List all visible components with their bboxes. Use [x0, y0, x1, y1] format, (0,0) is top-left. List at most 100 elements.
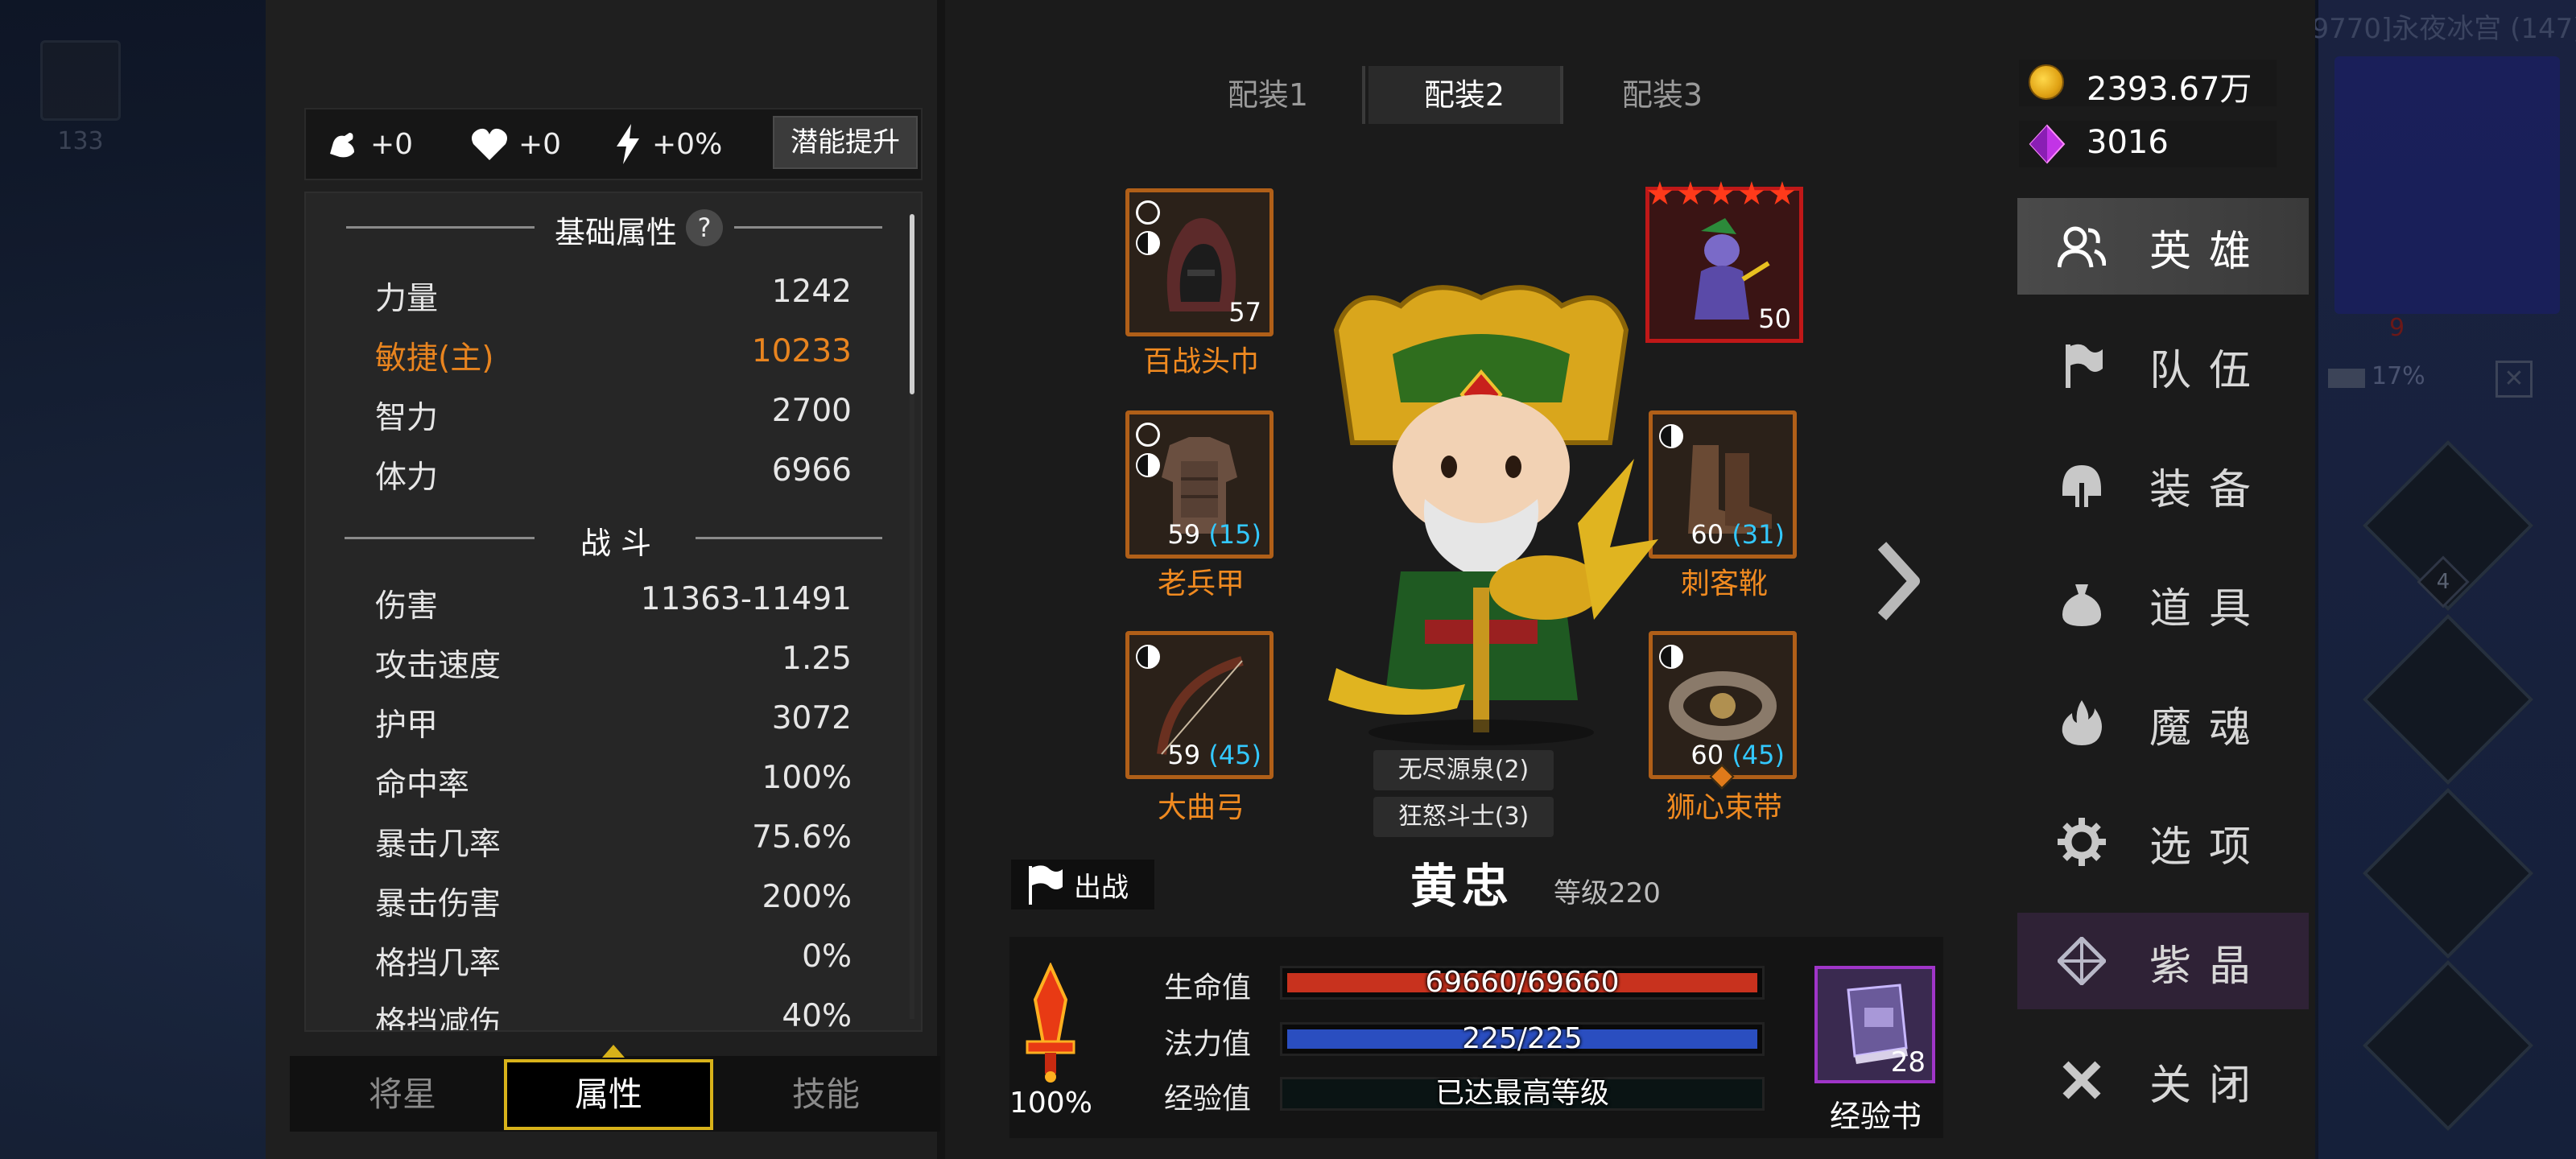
tab-attributes[interactable]: 属性 — [504, 1059, 713, 1130]
menu-hero-label: 英雄 — [2149, 228, 2269, 276]
flame-icon — [2062, 700, 2102, 745]
help-icon[interactable]: ? — [686, 209, 723, 246]
attr-row-crit-damage: 暴击伤害 200% — [375, 879, 852, 927]
tab-loadout-1[interactable]: 配装1 — [1172, 66, 1364, 124]
muscle-icon — [330, 133, 354, 158]
exp-book-label: 经验书 — [1829, 1099, 1922, 1134]
mp-bar: 225/225 — [1280, 1022, 1765, 1056]
weapon-slot[interactable]: 59 (45) — [1125, 631, 1274, 779]
helmet-slot[interactable]: 57 — [1125, 188, 1274, 336]
attr-row-agility: 敏捷(主) 10233 — [375, 333, 852, 382]
potential-upgrade-button[interactable]: 潜能提升 — [773, 116, 918, 169]
rage-sword-icon — [1026, 963, 1075, 1083]
speed-bonus: +0% — [613, 121, 722, 167]
attr-row-block-chance: 格挡几率 0% — [375, 938, 852, 987]
menu-hero[interactable]: 英雄 — [2017, 198, 2309, 295]
attribute-scrollbar[interactable] — [910, 214, 914, 394]
exp-value: 已达最高等级 — [1435, 1077, 1609, 1110]
menu-items[interactable]: 道具 — [2017, 555, 2309, 652]
hp-value: 69660/69660 — [1425, 966, 1620, 999]
hero-name: 黄忠 — [1410, 859, 1514, 914]
menu-amethyst[interactable]: 紫晶 — [2017, 913, 2309, 1009]
crystal-icon — [2058, 937, 2106, 985]
menu-equipment[interactable]: 装备 — [2017, 436, 2309, 533]
attr-row-block-reduction: 格挡减伤 40% — [375, 998, 852, 1030]
column-divider — [937, 0, 945, 1159]
weapon-level-value: 59 — [1167, 740, 1201, 770]
basic-attributes-title: 基础属性 — [554, 215, 677, 250]
empty-socket-icon — [1136, 423, 1160, 447]
belt-slot[interactable]: 60 (45) — [1649, 631, 1797, 779]
tab-skills[interactable]: 技能 — [721, 1059, 931, 1130]
rage-percent: 100% — [1009, 1087, 1092, 1120]
menu-close-label: 关闭 — [2149, 1062, 2269, 1110]
set-bonus-1[interactable]: 无尽源泉(2) — [1373, 750, 1554, 790]
health-bonus-value: +0 — [518, 127, 562, 161]
menu-team[interactable]: 队伍 — [2017, 317, 2309, 414]
attr-label: 力量 — [375, 281, 439, 317]
quest-badge-count: 4 — [2436, 570, 2450, 594]
armor-slot[interactable]: 59 (15) — [1125, 410, 1274, 559]
belt-level-value: 60 — [1690, 740, 1724, 770]
section-divider — [696, 537, 882, 539]
weapon-plus: (45) — [1208, 740, 1261, 770]
heart-icon — [472, 128, 507, 160]
attr-label: 智力 — [375, 400, 439, 436]
armor-level: 59 (15) — [1167, 519, 1261, 550]
tab-loadout-2[interactable]: 配装2 — [1368, 66, 1560, 124]
attr-row-hit-rate: 命中率 100% — [375, 760, 852, 808]
menu-options[interactable]: 选项 — [2017, 794, 2309, 890]
menu-soul[interactable]: 魔魂 — [2017, 674, 2309, 771]
star-icon: ★ — [1707, 175, 1736, 212]
attr-value: 75.6% — [752, 819, 852, 856]
attr-label: 敏捷(主) — [375, 340, 494, 377]
attr-value: 200% — [762, 879, 852, 915]
tab-loadout-3[interactable]: 配装3 — [1567, 66, 1758, 124]
background-close-icon: ✕ — [2496, 361, 2533, 398]
background-progress-text: 17% — [2372, 362, 2425, 390]
attr-value: 3072 — [771, 700, 852, 736]
helmet-icon — [2062, 465, 2101, 507]
next-hero-arrow-icon[interactable] — [1872, 541, 1921, 621]
background-skill-icon — [40, 40, 121, 121]
combat-title: 战 斗 — [580, 526, 652, 561]
set-bonus-2[interactable]: 狂怒斗士(3) — [1373, 797, 1554, 837]
minimap — [2334, 56, 2560, 314]
hero-level: 等级220 — [1554, 877, 1661, 909]
boots-slot[interactable]: 60 (31) — [1649, 410, 1797, 559]
exp-book-count: 28 — [1890, 1046, 1926, 1079]
pet-level: 50 — [1758, 303, 1791, 334]
attr-row-stamina: 体力 6966 — [375, 452, 852, 501]
hero-portrait — [1328, 285, 1658, 745]
menu-soul-label: 魔魂 — [2149, 704, 2269, 753]
tab-generals[interactable]: 将星 — [298, 1059, 507, 1130]
attr-value: 6966 — [771, 452, 852, 489]
hp-label: 生命值 — [1164, 971, 1252, 1004]
attr-value: 0% — [802, 938, 852, 975]
star-icon: ★ — [1737, 175, 1766, 212]
health-bonus: +0 — [470, 121, 561, 167]
mp-label: 法力值 — [1164, 1028, 1252, 1061]
exp-book-slot[interactable]: 28 — [1814, 966, 1935, 1083]
attr-label: 暴击伤害 — [375, 886, 502, 922]
attr-value: 40% — [782, 998, 852, 1030]
team-flag-icon — [2066, 344, 2103, 388]
attr-label: 格挡减伤 — [375, 1005, 502, 1030]
star-icon: ★ — [1768, 175, 1797, 212]
boots-plus: (31) — [1732, 519, 1785, 550]
section-divider — [346, 226, 535, 229]
armor-level-value: 59 — [1167, 519, 1201, 550]
star-icon: ★ — [1676, 175, 1705, 212]
deploy-button[interactable]: 出战 — [1011, 860, 1154, 909]
attr-label: 命中率 — [375, 767, 470, 803]
purple-gem-icon — [2029, 124, 2066, 164]
helmet-level: 57 — [1228, 297, 1261, 328]
attr-value: 10233 — [751, 333, 852, 369]
attr-label: 暴击几率 — [375, 827, 502, 863]
gem-amount: 3016 — [2087, 124, 2169, 161]
gear-icon — [2058, 818, 2106, 866]
loadout-tab-divider — [1362, 66, 1365, 124]
attr-label: 体力 — [375, 460, 439, 496]
menu-close[interactable]: 关闭 — [2017, 1032, 2309, 1128]
attr-row-intelligence: 智力 2700 — [375, 393, 852, 441]
